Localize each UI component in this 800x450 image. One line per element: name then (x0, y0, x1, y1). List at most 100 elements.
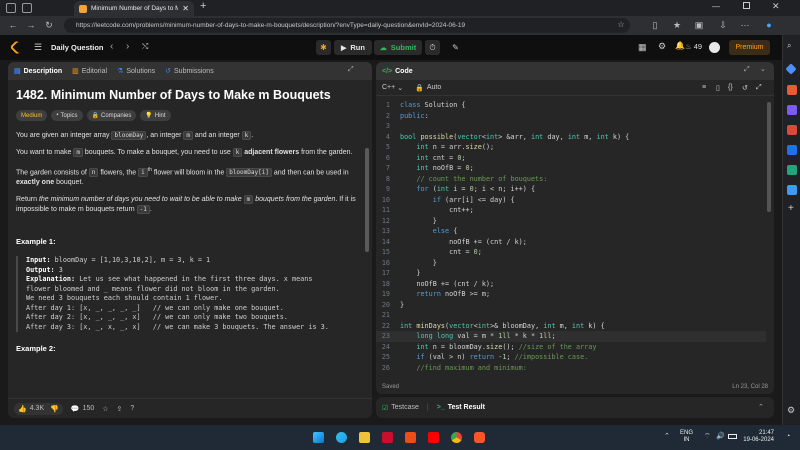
media-player-icon[interactable] (405, 432, 416, 443)
youtube-icon[interactable] (428, 432, 439, 443)
code-line[interactable]: 18 noOfB += (cnt / k); (376, 279, 766, 290)
thumbs-down-icon[interactable]: 👎 (50, 405, 59, 413)
code-line[interactable]: 21 (376, 310, 766, 321)
tab-solutions[interactable]: ⚗ Solutions (117, 67, 155, 76)
battery-icon[interactable] (728, 434, 737, 439)
panel-more-icon[interactable]: ⌄ (760, 65, 766, 73)
next-problem-icon[interactable]: › (126, 41, 129, 52)
browser-menu-icon[interactable] (6, 3, 16, 13)
leetcode-logo-icon[interactable] (9, 40, 25, 55)
code-line[interactable]: 25 if (val > n) return -1; //impossible … (376, 352, 766, 363)
code-line[interactable]: 8 // count the number of bouquets: (376, 174, 766, 185)
avatar[interactable] (709, 42, 720, 53)
bookmark-star-icon[interactable]: ☆ (102, 405, 108, 413)
language-select[interactable]: C++ ⌄ (382, 84, 403, 92)
like-button[interactable]: 👍 4.3K 👎 (14, 402, 63, 415)
favorite-star-icon[interactable]: ☆ (614, 18, 628, 32)
code-line[interactable]: 14 noOfB += (cnt / k); (376, 237, 766, 248)
copilot-icon[interactable]: ● (762, 18, 776, 32)
prev-problem-icon[interactable]: ‹ (110, 41, 113, 52)
browser-tab[interactable]: Minimum Number of Days to M ✕ (74, 1, 194, 16)
code-line[interactable]: 16 } (376, 258, 766, 269)
file-explorer-icon[interactable] (359, 432, 370, 443)
volume-icon[interactable]: 🔊 (716, 432, 725, 440)
split-screen-icon[interactable]: ▯ (648, 18, 662, 32)
tools-icon[interactable] (787, 85, 797, 95)
code-line[interactable]: 19 return noOfB >= m; (376, 289, 766, 300)
code-line[interactable]: 26 //find maximum and minimum: (376, 363, 766, 374)
wifi-icon[interactable]: ⌔ (704, 432, 711, 441)
topics-tag[interactable]: ⬩ Topics (51, 110, 83, 121)
code-line[interactable]: 1 class Solution { (376, 100, 766, 111)
forward-icon[interactable]: → (24, 18, 38, 32)
code-line[interactable]: 7 int noOfB = 0; (376, 163, 766, 174)
back-icon[interactable]: ← (6, 18, 20, 32)
expand-test-panel-icon[interactable]: ⌃ (758, 403, 764, 411)
code-line[interactable]: 11 cnt++; (376, 205, 766, 216)
reload-icon[interactable]: ↻ (42, 18, 56, 32)
tray-chevron-icon[interactable]: ⌃ (664, 432, 670, 440)
collections-icon[interactable]: ▣ (692, 18, 706, 32)
maximize-panel-icon[interactable]: ⤢ (744, 66, 750, 74)
settings-gear-icon[interactable]: ⚙ (658, 41, 666, 52)
windows-start-icon[interactable] (313, 432, 324, 443)
downloads-icon[interactable]: ⇩ (716, 18, 730, 32)
streak-counter[interactable]: ♨ 49 (685, 42, 702, 51)
notifications-bell-icon[interactable]: 🔔 (675, 41, 685, 50)
edge-browser-icon[interactable] (336, 432, 347, 443)
reset-icon[interactable]: ↺ (742, 84, 748, 92)
run-button[interactable]: ▶ Run (334, 40, 372, 55)
braces-icon[interactable]: {} (728, 84, 733, 91)
code-line[interactable]: 6 int cnt = 0; (376, 153, 766, 164)
shopping-tag-icon[interactable] (785, 63, 797, 75)
tab-editorial[interactable]: ▥ Editorial (72, 67, 107, 76)
code-line[interactable]: 20} (376, 300, 766, 311)
premium-button[interactable]: Premium (729, 40, 770, 55)
test-result-tab[interactable]: >_ Test Result (437, 404, 485, 411)
code-line[interactable]: 17 } (376, 268, 766, 279)
search-icon[interactable]: ⌕ (787, 41, 791, 51)
fullscreen-icon[interactable]: ⤢ (756, 84, 762, 92)
layout-grid-icon[interactable]: ▦ (638, 42, 647, 53)
description-scrollbar[interactable] (365, 148, 369, 252)
outlook-icon[interactable] (787, 145, 797, 155)
chrome-icon[interactable] (451, 432, 462, 443)
close-window-icon[interactable]: ✕ (772, 1, 780, 12)
notification-center-icon[interactable]: ◔ (786, 433, 790, 440)
settings-more-icon[interactable]: ⋯ (738, 18, 752, 32)
language-indicator[interactable]: ENG IN (680, 430, 693, 444)
tab-description[interactable]: ▤ Description (14, 67, 62, 76)
share-icon[interactable]: ⇪ (117, 405, 123, 413)
shuffle-icon[interactable]: ⤭ (142, 42, 148, 52)
tab-actions-icon[interactable] (22, 3, 32, 13)
timer-icon[interactable]: ⏱ (425, 40, 440, 55)
office-icon[interactable] (787, 125, 797, 135)
hint-tag[interactable]: 💡 Hint (140, 110, 171, 121)
code-line[interactable]: 10 if (arr[i] <= day) { (376, 195, 766, 206)
debug-button[interactable]: ✱ (316, 40, 331, 55)
code-line[interactable]: 5 int n = arr.size(); (376, 142, 766, 153)
code-editor[interactable]: 1 class Solution {2 public: 3 4 bool possible… (376, 100, 766, 373)
comments-button[interactable]: 💬 150 (71, 405, 94, 413)
problem-list-icon[interactable]: ☰ (34, 42, 42, 53)
help-icon[interactable]: ? (130, 405, 134, 412)
clock[interactable]: 21:47 19-06-2024 (742, 430, 774, 444)
tab-submissions[interactable]: ↺ Submissions (165, 67, 214, 76)
testcase-tab[interactable]: ☑ Testcase (382, 404, 419, 412)
companies-tag[interactable]: 🔒 Companies (86, 110, 137, 121)
notes-icon[interactable]: ✎ (448, 40, 463, 55)
send-icon[interactable] (787, 185, 797, 195)
bookmark-icon[interactable]: ▯ (716, 84, 720, 92)
code-tab[interactable]: </> Code (382, 68, 413, 75)
code-line[interactable]: 9 for (int i = 0; i < n; i++) { (376, 184, 766, 195)
minimize-icon[interactable]: — (712, 2, 720, 11)
close-tab-icon[interactable]: ✕ (182, 4, 189, 13)
auto-complete-toggle[interactable]: 🔒 Auto (415, 84, 441, 92)
code-line[interactable]: 12 } (376, 216, 766, 227)
add-sidebar-item-icon[interactable]: + (788, 203, 794, 214)
address-bar[interactable]: https://leetcode.com/problems/minimum-nu… (64, 18, 630, 33)
code-line[interactable]: 13 else { (376, 226, 766, 237)
panel-expand-icon[interactable]: ⤢ (348, 66, 354, 74)
bing-icon[interactable] (787, 165, 797, 175)
maximize-icon[interactable] (743, 2, 750, 9)
